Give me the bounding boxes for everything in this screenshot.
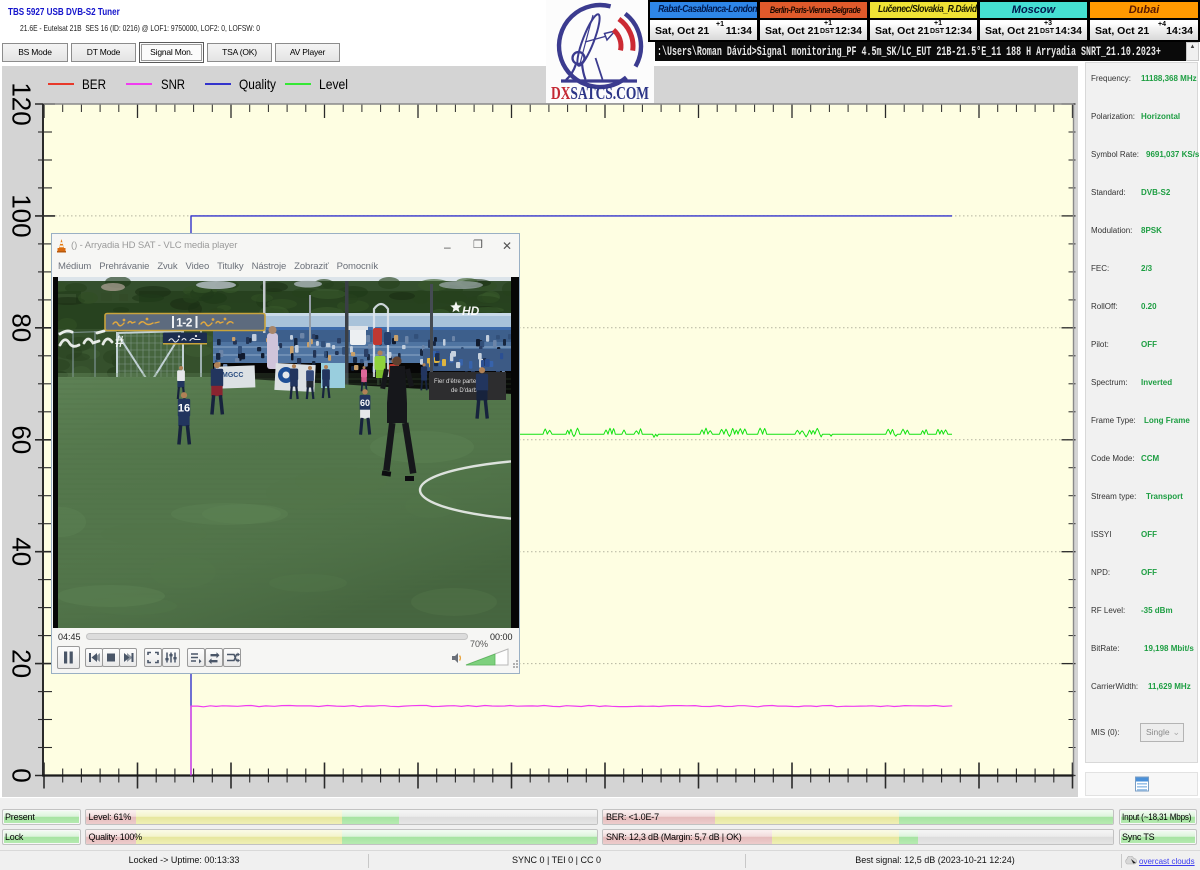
svg-text:MGCC: MGCC	[222, 372, 243, 379]
svg-text:40: 40	[7, 537, 37, 566]
svg-text:80: 80	[7, 313, 37, 342]
svg-text:100: 100	[7, 194, 37, 237]
svg-text:Level: Level	[319, 76, 348, 92]
svg-text:Fier d'être parten: Fier d'être parten	[434, 379, 480, 385]
svg-text:1-2: 1-2	[176, 316, 193, 330]
svg-text:Quality: Quality	[239, 76, 276, 92]
svg-text:60: 60	[360, 398, 370, 408]
svg-text:HD: HD	[462, 304, 480, 318]
svg-text:BER: BER	[82, 76, 106, 92]
svg-text:0: 0	[7, 768, 37, 782]
svg-text:120: 120	[7, 82, 37, 125]
svg-text:SNR: SNR	[161, 76, 185, 92]
svg-text:de D'darb: de D'darb	[451, 388, 477, 394]
svg-text:16: 16	[178, 402, 190, 414]
svg-text:60: 60	[7, 425, 37, 454]
svg-text:#: #	[115, 334, 124, 351]
svg-text:20: 20	[7, 649, 37, 678]
svg-text:DXSATCS.COM: DXSATCS.COM	[551, 83, 649, 103]
